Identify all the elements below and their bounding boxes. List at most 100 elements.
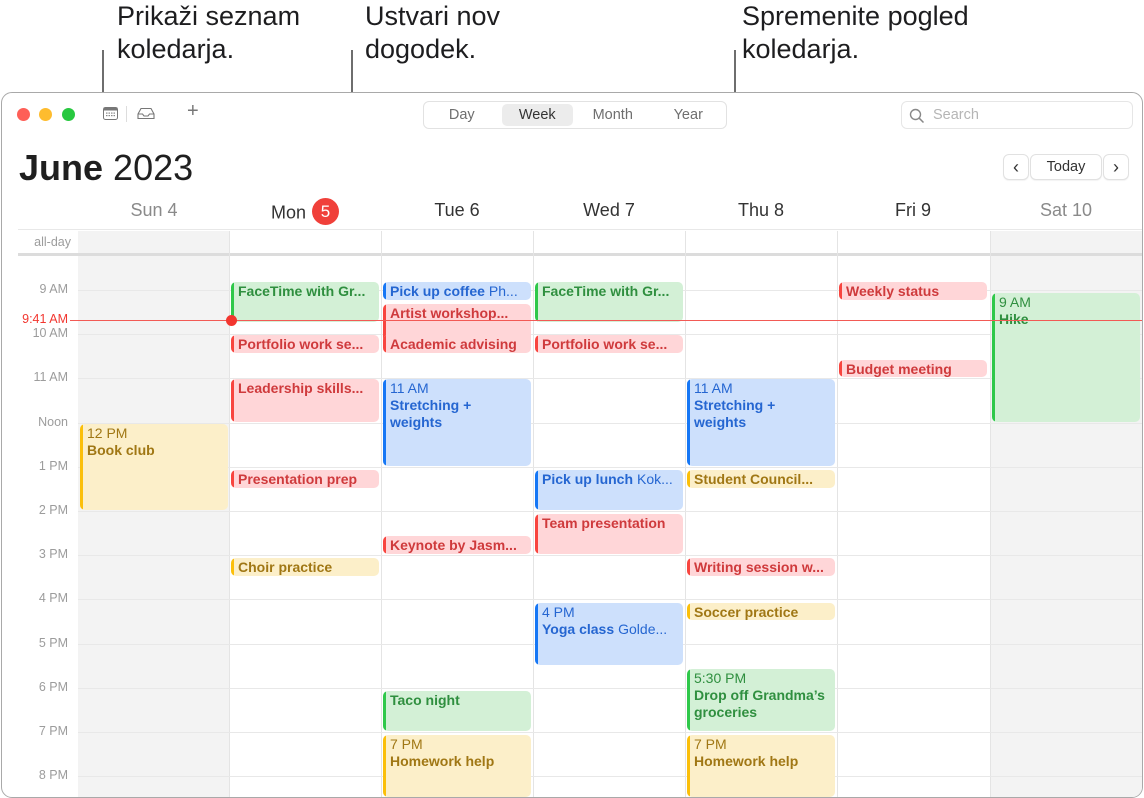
event-title: Choir practice — [238, 559, 333, 576]
event-title: Soccer practice — [694, 603, 799, 620]
event-title: Homework help — [390, 753, 495, 770]
calendar-event[interactable]: Pick up lunch Kok... — [535, 470, 683, 510]
hour-gridline — [78, 466, 1142, 468]
calendar-event[interactable]: FaceTime with Gr... — [535, 282, 683, 323]
calendar-event[interactable]: 11 AM Stretching + weights — [687, 379, 835, 466]
hour-label: 7 PM — [38, 724, 68, 738]
event-title: Budget meeting — [846, 360, 952, 377]
column-divider — [533, 231, 534, 797]
event-title: Artist workshop... — [390, 305, 509, 322]
event-title: Pick up lunch — [542, 471, 634, 487]
calendar-event[interactable]: Pick up coffee Ph... — [383, 282, 531, 301]
day-header-divider — [18, 229, 1142, 230]
event-time: 7 PM — [694, 736, 727, 753]
event-title: Team presentation — [542, 515, 666, 532]
hour-label: 9 AM — [39, 282, 69, 296]
event-title: Portfolio work se... — [238, 336, 364, 353]
current-time-dot — [226, 315, 237, 327]
allday-divider — [18, 253, 1142, 256]
event-title: Presentation prep — [238, 471, 358, 487]
calendar-event[interactable]: 7 PM Homework help — [383, 735, 531, 797]
calendar-event[interactable]: Choir practice — [231, 558, 379, 577]
calendar-event[interactable]: Taco night — [383, 691, 531, 731]
callout-new-event: Ustvari nov dogodek. — [365, 1, 501, 64]
calendar-event[interactable]: 7 PM Homework help — [687, 735, 835, 797]
calendar-event[interactable]: 11 AM Stretching + weights — [383, 379, 531, 466]
event-title: Taco night — [390, 692, 460, 708]
calendar-event[interactable]: Soccer practice — [687, 602, 835, 621]
calendar-event[interactable]: Student Council... — [687, 470, 835, 488]
event-title: Stretching + weights — [694, 397, 776, 431]
event-time: 5:30 PM — [694, 669, 747, 686]
event-title: Portfolio work se... — [542, 336, 668, 353]
calendar-event[interactable]: Academic advising — [383, 335, 531, 354]
event-title: Drop off Grandma’s groceries — [694, 686, 825, 720]
calendar-event[interactable]: Presentation prep — [231, 470, 379, 488]
weekend-column-shade — [78, 231, 229, 797]
week-grid: all-day 9 AM 10 AM 11 AM Noon 1 PM 2 PM 3 PM 4 P… — [2, 93, 1142, 797]
hour-label: 8 PM — [38, 768, 68, 783]
event-title: Academic advising — [390, 336, 517, 353]
event-time: 7 PM — [390, 736, 423, 753]
hour-label: 11 AM — [33, 370, 68, 385]
calendar-event[interactable]: Team presentation — [535, 514, 683, 555]
event-title: Hike — [999, 311, 1029, 328]
hour-label: 5 PM — [38, 635, 68, 650]
event-location: Kok... — [637, 471, 673, 487]
hour-label: 3 PM — [38, 547, 68, 562]
event-title: Homework help — [694, 753, 799, 770]
event-title: Stretching + weights — [390, 397, 472, 431]
calendar-event[interactable]: 5:30 PM Drop off Grandma’s groceries — [687, 668, 835, 731]
column-divider — [685, 231, 686, 797]
hour-label: 6 PM — [38, 679, 68, 694]
column-divider — [990, 231, 991, 797]
hour-gridline — [78, 599, 1142, 601]
callout-change-view: Spremenite pogled koledarja. — [742, 1, 969, 64]
event-title: Writing session w... — [694, 559, 824, 576]
hour-label: 2 PM — [38, 503, 68, 517]
hour-gridline — [78, 776, 1142, 778]
event-title: Weekly status — [846, 283, 940, 300]
event-title: Book club — [87, 441, 155, 458]
calendar-event[interactable]: Portfolio work se... — [535, 335, 683, 354]
hour-label: 4 PM — [38, 591, 68, 606]
event-time: 11 AM — [694, 380, 733, 397]
calendar-event[interactable]: 9 AM Hike — [992, 293, 1140, 422]
column-divider — [837, 231, 838, 797]
hour-label: 10 AM — [32, 326, 68, 341]
hour-gridline — [78, 422, 1142, 424]
hour-gridline — [78, 732, 1142, 733]
event-title: Student Council... — [694, 471, 813, 487]
event-title: FaceTime with Gr... — [542, 283, 670, 300]
event-time: 9 AM — [999, 294, 1031, 311]
calendar-event[interactable]: Weekly status — [839, 282, 987, 301]
event-title: Leadership skills... — [238, 380, 364, 397]
callout-calendar-list: Prikaži seznam koledarja. — [117, 1, 301, 64]
hour-gridline — [78, 555, 1142, 557]
calendar-event[interactable]: Keynote by Jasm... — [383, 536, 531, 555]
hour-gridline — [78, 687, 1142, 689]
calendar-window: + Day Week Month Year Search June 2023 ‹… — [1, 92, 1143, 798]
allday-label: all-day — [34, 235, 71, 249]
event-time: 12 PM — [87, 424, 128, 441]
calendar-event[interactable]: Budget meeting — [839, 359, 987, 378]
calendar-event[interactable]: FaceTime with Gr... — [231, 282, 379, 323]
hour-gridline — [78, 511, 1142, 512]
event-time: 11 AM — [390, 380, 429, 397]
column-divider — [381, 231, 382, 797]
event-title: FaceTime with Gr... — [238, 283, 366, 300]
calendar-event[interactable]: Writing session w... — [687, 558, 835, 577]
event-location: Golde... — [618, 620, 668, 637]
calendar-event[interactable]: 12 PM Book club — [80, 423, 228, 510]
calendar-event[interactable]: Portfolio work se... — [231, 335, 379, 354]
hour-label: 1 PM — [38, 458, 68, 473]
hour-label: Noon — [38, 414, 68, 429]
event-time: 4 PM — [542, 603, 575, 620]
current-time-label: 9:41 AM — [22, 312, 68, 327]
calendar-event[interactable]: Leadership skills... — [231, 379, 379, 422]
calendar-event[interactable]: 4 PM Yoga class Golde... — [535, 602, 683, 665]
event-title: Yoga class — [542, 620, 615, 637]
event-title: Pick up coffee — [390, 283, 485, 300]
event-location: Ph... — [488, 283, 518, 300]
event-title: Keynote by Jasm... — [390, 537, 517, 554]
